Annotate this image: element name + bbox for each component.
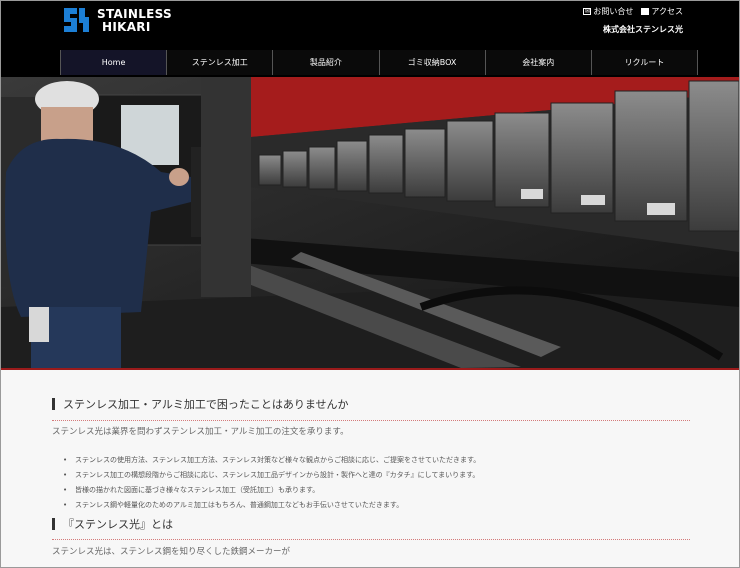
- browser-viewport: STAINLESS HIKARI ✉ お問い合せ アクセス 株式会社ステンレス光…: [0, 0, 740, 568]
- nav-item-home[interactable]: Home: [60, 50, 167, 75]
- site-header: STAINLESS HIKARI ✉ お問い合せ アクセス 株式会社ステンレス光…: [1, 1, 739, 77]
- contact-link-label: お問い合せ: [593, 6, 634, 16]
- logo-text-line1: STAINLESS: [97, 7, 172, 21]
- list-item: ステンレスの使用方法、ステンレス加工方法、ステンレス対策など様々な観点からご相談…: [63, 453, 480, 468]
- list-item: ステンレス加工の構想段階からご相談に応じ、ステンレス加工品デザインから設計・製作…: [63, 468, 480, 483]
- mail-icon: ✉: [583, 7, 592, 15]
- section-title-about: 『ステンレス光』とは: [52, 516, 173, 532]
- main-nav: Home ステンレス加工 製品紹介 ゴミ収納BOX 会社案内 リクルート: [60, 50, 699, 75]
- nav-item-garbage-box[interactable]: ゴミ収納BOX: [378, 50, 485, 75]
- service-list: ステンレスの使用方法、ステンレス加工方法、ステンレス対策など様々な観点からご相談…: [63, 453, 480, 513]
- heading-bar: [52, 398, 55, 410]
- nav-item-products[interactable]: 製品紹介: [272, 50, 379, 75]
- section-title-about-text: 『ステンレス光』とは: [63, 518, 173, 531]
- access-link[interactable]: アクセス: [641, 6, 683, 17]
- logo-text-line2: HIKARI: [102, 20, 151, 34]
- section-title-troubles-text: ステンレス加工・アルミ加工で困ったことはありませんか: [63, 398, 349, 411]
- contact-link[interactable]: ✉ お問い合せ: [583, 6, 633, 17]
- list-item: 皆様の描かれた図面に基づき様々なステンレス加工（受託加工）も承ります。: [63, 483, 480, 498]
- company-name: 株式会社ステンレス光: [603, 25, 683, 34]
- hero-slider[interactable]: [1, 77, 739, 370]
- nav-item-company[interactable]: 会社案内: [484, 50, 591, 75]
- section-lead-troubles: ステンレス光は業界を問わずステンレス加工・アルミ加工の注文を承ります。: [52, 427, 349, 437]
- section-title-troubles: ステンレス加工・アルミ加工で困ったことはありませんか: [52, 396, 349, 412]
- site-logo[interactable]: STAINLESS HIKARI: [61, 5, 176, 35]
- section-divider: [52, 420, 690, 421]
- nav-item-recruit[interactable]: リクルート: [590, 50, 699, 75]
- logo-mark-icon: [64, 8, 89, 32]
- map-icon: [641, 7, 650, 15]
- access-link-label: アクセス: [651, 6, 683, 16]
- section-lead-about: ステンレス光は、ステンレス鋼を知り尽くした鉄鋼メーカーが: [52, 547, 291, 557]
- utility-links: ✉ お問い合せ アクセス: [583, 5, 683, 17]
- list-item: ステンレス鋼や軽量化のためのアルミ加工はもちろん、普通鋼加工などもお手伝いさせて…: [63, 498, 480, 513]
- heading-bar: [52, 518, 55, 530]
- nav-item-stainless-processing[interactable]: ステンレス加工: [166, 50, 273, 75]
- hero-image: [1, 77, 739, 368]
- section-divider: [52, 539, 690, 540]
